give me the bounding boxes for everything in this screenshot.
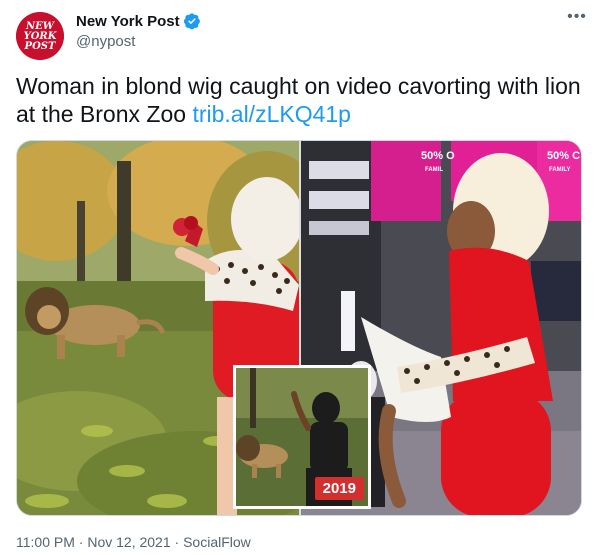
media-inset-2019: 2019 xyxy=(233,365,371,509)
tweet-card: NEW YORK POST New York Post @nypost ••• … xyxy=(0,0,606,555)
verified-badge-icon xyxy=(183,12,201,30)
author-name-row[interactable]: New York Post xyxy=(76,12,201,30)
avatar[interactable]: NEW YORK POST xyxy=(16,12,64,60)
avatar-logo-text-3: POST xyxy=(24,41,57,52)
sign-right-text: 50% C xyxy=(547,150,580,162)
display-name[interactable]: New York Post xyxy=(76,13,180,30)
tweet-media[interactable]: 50% O FAMIL 50% C FAMILY 2019 xyxy=(16,140,582,516)
sign-right-sub: FAMILY xyxy=(549,167,570,173)
sign-left-sub: FAMIL xyxy=(425,167,443,173)
sign-left-text: 50% O xyxy=(421,150,455,162)
tweet-date[interactable]: Nov 12, 2021 xyxy=(87,534,170,550)
year-badge: 2019 xyxy=(314,477,364,500)
tweet-link[interactable]: trib.al/zLKQ41p xyxy=(192,101,351,127)
tweet-source: SocialFlow xyxy=(183,534,251,550)
tweet-time[interactable]: 11:00 PM xyxy=(16,534,75,550)
tweet-meta: 11:00 PM · Nov 12, 2021 · SocialFlow xyxy=(16,534,251,550)
meta-separator-1: · xyxy=(78,534,84,550)
more-options-icon[interactable]: ••• xyxy=(566,9,588,32)
tweet-text: Woman in blond wig caught on video cavor… xyxy=(16,72,586,128)
meta-separator-2: · xyxy=(174,534,180,550)
handle[interactable]: @nypost xyxy=(76,33,135,50)
